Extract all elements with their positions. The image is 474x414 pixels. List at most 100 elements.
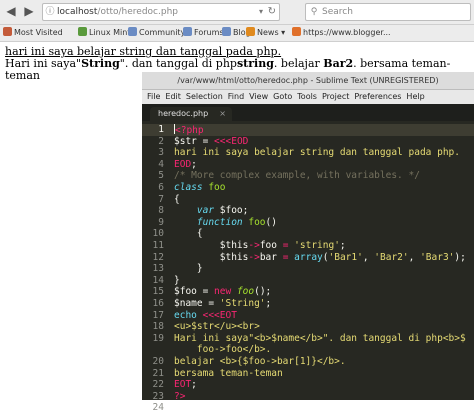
sublime-menubar: File Edit Selection Find View Goto Tools Projec… xyxy=(142,90,474,104)
code-token: $foo; xyxy=(214,205,249,217)
bookmark-news[interactable]: News ▾ xyxy=(246,25,285,41)
menu-file[interactable]: File xyxy=(147,90,160,104)
bookmarks-bar: Most Visited Linux Mint Community Forums… xyxy=(0,25,474,42)
menu-preferences[interactable]: Preferences xyxy=(354,90,401,104)
code-line: /* More complex example, with variables.… xyxy=(174,170,420,182)
bookmark-most-visited[interactable]: Most Visited xyxy=(3,25,63,41)
text: ". dan tanggal di php xyxy=(119,57,237,70)
bookmark-linux-mint[interactable]: Linux Mint xyxy=(78,25,130,41)
code-token: <?php xyxy=(175,125,204,136)
menu-view[interactable]: View xyxy=(249,90,268,104)
code-line: EOT; xyxy=(174,379,197,391)
line-number: 8 xyxy=(158,205,164,217)
menu-selection[interactable]: Selection xyxy=(186,90,223,104)
tab-label: heredoc.php xyxy=(158,109,209,118)
sublime-title: /var/www/html/otto/heredoc.php - Sublime… xyxy=(142,72,474,90)
text: . belajar xyxy=(273,57,324,70)
code-token: 'Bar1' xyxy=(328,251,363,263)
code-line: } xyxy=(174,263,203,275)
menu-find[interactable]: Find xyxy=(228,90,244,104)
menu-edit[interactable]: Edit xyxy=(165,90,181,104)
tab-bar: heredoc.php × xyxy=(142,104,474,121)
browser-toolbar: ◀ ▶ ⓘ localhost/otto/heredoc.php ▾ ↻ ⚲ Sea… xyxy=(0,0,474,25)
code-token: EOT xyxy=(174,379,192,391)
code-line: echo <<<EOT xyxy=(174,310,237,322)
search-icon: ⚲ xyxy=(310,7,318,17)
bookmark-label: News xyxy=(257,28,279,37)
code-token: EOD xyxy=(231,135,249,147)
search-input[interactable]: ⚲ Search xyxy=(305,3,471,21)
line-number: 6 xyxy=(158,182,164,193)
code-line: <?php xyxy=(174,124,204,136)
line-number: 4 xyxy=(158,158,164,170)
code-token: EOD xyxy=(174,158,192,170)
code-token: $name = xyxy=(174,298,220,309)
menu-help[interactable]: Help xyxy=(406,90,424,104)
code-token: -> xyxy=(248,251,260,263)
line-number: 17 xyxy=(152,309,164,321)
code-token: echo xyxy=(174,309,197,321)
info-icon[interactable]: ⓘ xyxy=(43,4,57,20)
code-token: new xyxy=(214,286,232,298)
gear-icon xyxy=(3,27,12,36)
code-editor[interactable]: 1 2 3 4 5 6 7 8 9 10 11 12 13 14 15 16 17 18 19 20 21 22 23 24 … xyxy=(142,121,474,413)
code-line-wrap: foo->foo</b>. xyxy=(174,344,272,356)
code-token: 'Bar2' xyxy=(374,251,409,263)
line-number: 22 xyxy=(152,379,164,391)
code-area[interactable]: <?php $str = <<<EOD hari ini saya belaja… xyxy=(174,121,466,407)
code-token: ; xyxy=(191,379,197,391)
line-number: 18 xyxy=(152,321,164,333)
code-line: EOD; xyxy=(174,159,197,171)
url-bar[interactable]: ⓘ localhost/otto/heredoc.php ▾ ↻ xyxy=(42,3,280,21)
code-token: -> xyxy=(248,240,260,251)
code-token: , xyxy=(408,251,421,263)
line-number: 2 xyxy=(158,135,164,147)
menu-project[interactable]: Project xyxy=(322,90,349,104)
bold-text: Bar2 xyxy=(323,57,354,70)
line-number: 14 xyxy=(152,274,164,286)
code-line: $foo = new foo(); xyxy=(174,286,271,298)
code-token: $this xyxy=(174,240,249,251)
forward-icon[interactable]: ▶ xyxy=(21,3,37,19)
code-token: ); xyxy=(454,251,466,263)
line-number xyxy=(142,344,164,356)
bookmark-label: Forums xyxy=(194,28,224,37)
code-line: { xyxy=(174,228,203,240)
bold-text: String xyxy=(81,57,120,70)
tab-heredoc[interactable]: heredoc.php × xyxy=(150,107,232,121)
code-token: <<< xyxy=(196,309,220,321)
code-line: var $foo; xyxy=(174,205,249,217)
menu-goto[interactable]: Goto xyxy=(273,90,292,104)
code-token: $str = xyxy=(174,135,215,147)
back-icon[interactable]: ◀ xyxy=(3,3,19,19)
bookmark-label: Community xyxy=(139,28,186,37)
line-number: 21 xyxy=(152,367,164,379)
code-token: = xyxy=(276,240,295,251)
blogger-icon xyxy=(292,27,301,36)
url-dropdown-icon[interactable]: ▾ xyxy=(259,4,263,20)
code-line: $name = 'String'; xyxy=(174,298,271,310)
line-gutter: 1 2 3 4 5 6 7 8 9 10 11 12 13 14 15 16 17 18 19 20 21 22 23 24 xyxy=(142,121,166,413)
line-number: 1 xyxy=(158,124,164,135)
bookmark-blogger[interactable]: https://www.blogger... xyxy=(292,25,391,41)
code-token: foo xyxy=(231,286,255,298)
line-number: 5 xyxy=(158,170,164,182)
search-placeholder: Search xyxy=(322,7,353,17)
reload-icon[interactable]: ↻ xyxy=(268,4,276,20)
code-token: 'string' xyxy=(294,240,340,251)
line-number: 19 xyxy=(152,332,164,344)
code-line: $this->foo = 'string'; xyxy=(174,240,346,252)
code-token: array xyxy=(294,251,323,263)
close-icon[interactable]: × xyxy=(219,107,226,121)
line-number: 10 xyxy=(152,228,164,240)
code-token: function xyxy=(174,216,243,228)
bold-text: string xyxy=(236,57,274,70)
code-line: $str = <<<EOD xyxy=(174,136,248,148)
bookmark-community[interactable]: Community xyxy=(128,25,185,41)
code-token: foo xyxy=(202,182,226,193)
folder-icon xyxy=(183,27,192,36)
menu-tools[interactable]: Tools xyxy=(297,90,317,104)
code-token: class xyxy=(174,182,203,193)
bookmark-forums[interactable]: Forums xyxy=(183,25,224,41)
line-number: 12 xyxy=(152,251,164,263)
